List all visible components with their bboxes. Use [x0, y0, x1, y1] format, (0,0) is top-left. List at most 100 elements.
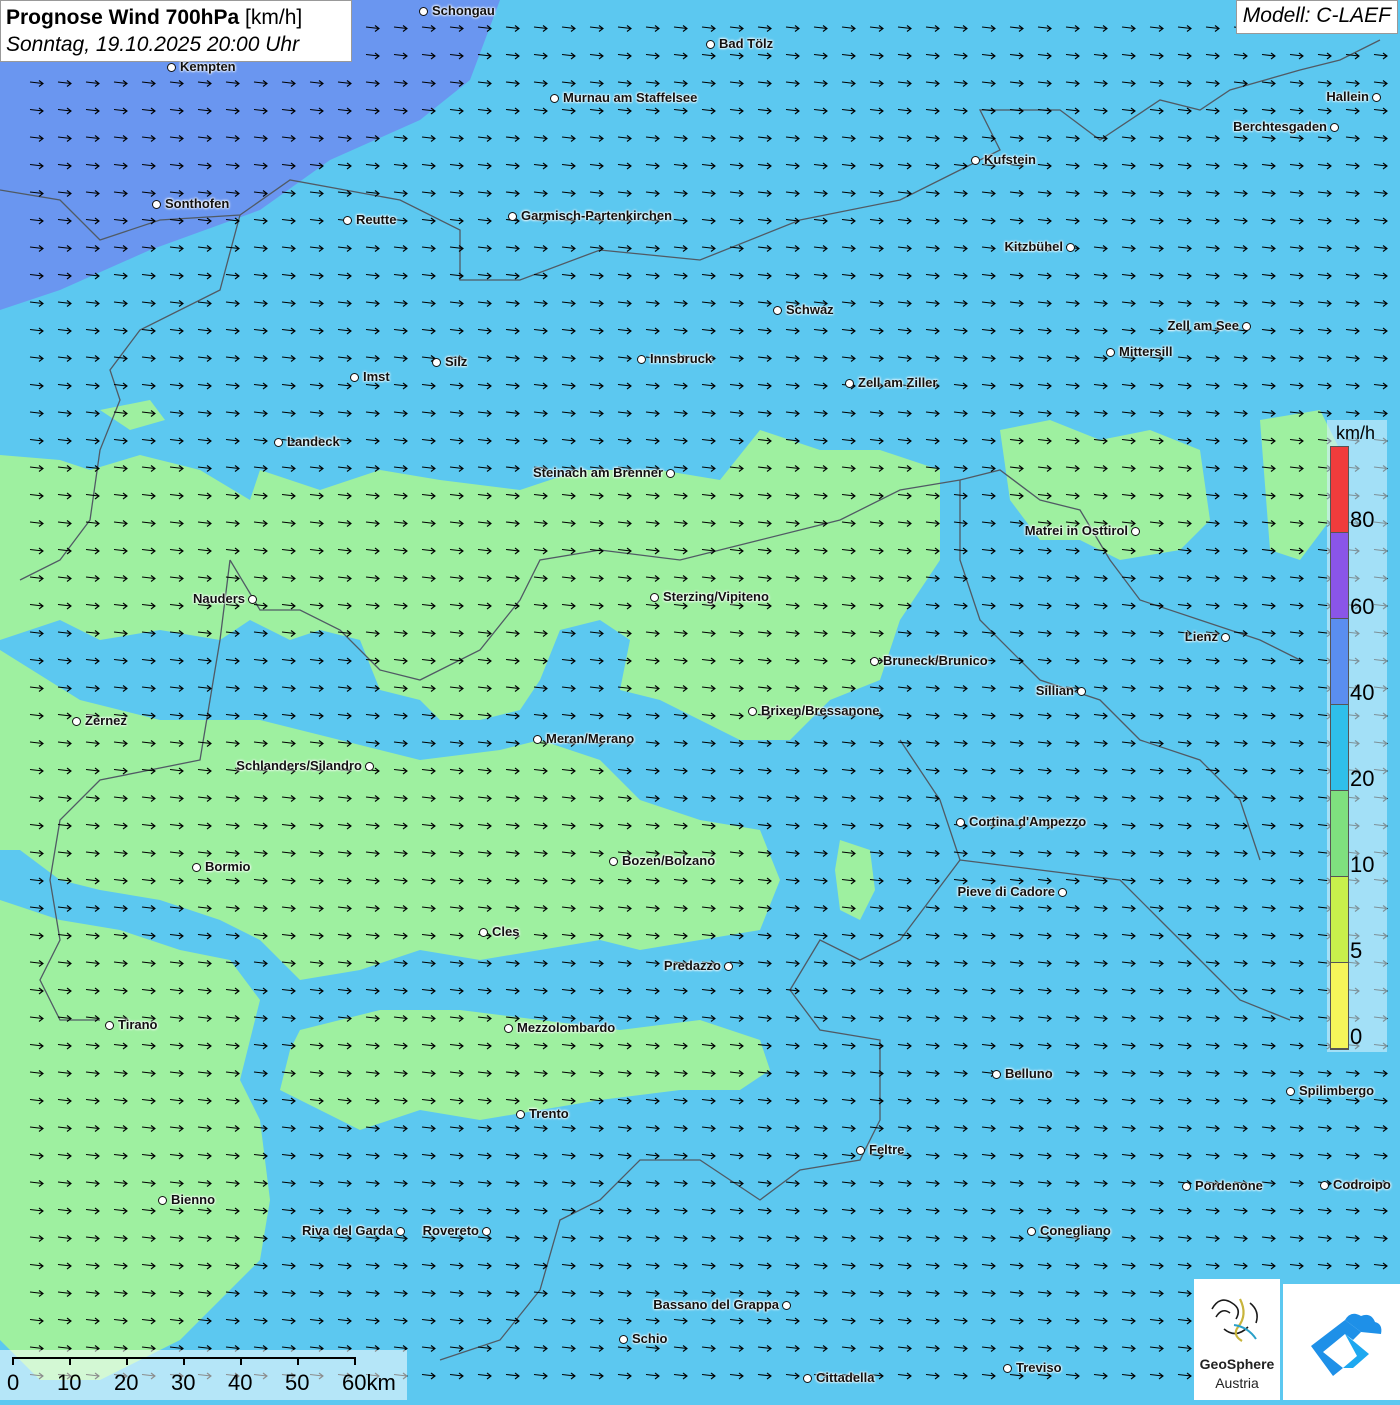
- city-label: Sillian: [1035, 683, 1074, 698]
- city-marker: [1320, 1181, 1329, 1190]
- city-label: Kempten: [180, 59, 236, 74]
- app-logo[interactable]: [1283, 1284, 1400, 1400]
- city-marker: [192, 863, 201, 872]
- scale-bar-label: 40: [228, 1370, 253, 1395]
- scale-bar-label: 10: [57, 1370, 82, 1395]
- city-marker: [609, 857, 618, 866]
- scale-bar-tick: [240, 1357, 242, 1365]
- scale-bar-label: 20: [114, 1370, 139, 1395]
- forecast-datetime: Sonntag, 19.10.2025 20:00 Uhr: [6, 33, 300, 56]
- city-marker: [724, 962, 733, 971]
- logo-text-austria: Austria: [1215, 1375, 1259, 1391]
- city-label: Codroipo: [1333, 1177, 1391, 1192]
- city-marker: [1221, 633, 1230, 642]
- city-label: Silz: [445, 354, 468, 369]
- city-marker: [845, 379, 854, 388]
- legend-tick-label: 10: [1350, 852, 1375, 877]
- city-marker: [956, 818, 965, 827]
- city-label: Bozen/Bolzano: [622, 853, 716, 868]
- city-marker: [482, 1227, 491, 1236]
- city-label: Bad Tölz: [719, 36, 774, 51]
- scale-bar-tick: [354, 1357, 356, 1365]
- weather-app-icon: [1311, 1313, 1382, 1376]
- city-marker: [666, 469, 675, 478]
- city-label: Nauders: [192, 591, 245, 606]
- city-marker: [1106, 348, 1115, 357]
- city-marker: [1066, 243, 1075, 252]
- city-label: Schongau: [432, 3, 495, 18]
- city-marker: [533, 735, 542, 744]
- scale-bar-label: 60km: [342, 1370, 396, 1395]
- city-label: Innsbruck: [650, 351, 713, 366]
- scale-bar-tick: [69, 1357, 71, 1365]
- legend-segment: [1331, 705, 1348, 791]
- city-label: Conegliano: [1040, 1223, 1111, 1238]
- city-label: Matrei in Osttirol: [1024, 523, 1128, 538]
- city-marker: [396, 1227, 405, 1236]
- city-label: Zell am Ziller: [858, 375, 938, 390]
- legend-segment: [1331, 963, 1348, 1049]
- city-marker: [479, 928, 488, 937]
- city-marker: [1286, 1087, 1295, 1096]
- legend-color-bar: [1330, 446, 1349, 1050]
- city-label: Zernez: [85, 713, 127, 728]
- city-marker: [1330, 123, 1339, 132]
- map-title-box: Prognose Wind 700hPa [km/h] Sonntag, 19.…: [0, 0, 352, 62]
- city-label: Rovereto: [422, 1223, 479, 1238]
- city-marker: [619, 1335, 628, 1344]
- city-label: Pordenone: [1195, 1178, 1263, 1193]
- city-marker: [706, 40, 715, 49]
- city-label: Hallein: [1326, 89, 1369, 104]
- city-label: Reutte: [356, 212, 397, 227]
- city-label: Trento: [529, 1106, 569, 1121]
- legend-segment: [1331, 447, 1348, 533]
- city-label: Pieve di Cadore: [957, 884, 1055, 899]
- city-label: Sterzing/Vipiteno: [663, 589, 769, 604]
- city-marker: [419, 7, 428, 16]
- city-label: Cortina d'Ampezzo: [969, 814, 1087, 829]
- city-marker: [365, 762, 374, 771]
- city-label: Schwaz: [786, 302, 834, 317]
- city-marker: [432, 358, 441, 367]
- city-marker: [72, 717, 81, 726]
- scale-bar-tick: [12, 1357, 14, 1365]
- scale-bar-label: 50: [285, 1370, 310, 1395]
- city-label: Murnau am Staffelsee: [563, 90, 698, 105]
- city-marker: [637, 355, 646, 364]
- city-label: Kitzbühel: [1004, 239, 1064, 254]
- city-marker: [1058, 888, 1067, 897]
- city-label: Mezzolombardo: [517, 1020, 616, 1035]
- scale-bar-tick: [183, 1357, 185, 1365]
- city-marker: [1131, 527, 1140, 536]
- legend-tick-label: 0: [1350, 1024, 1363, 1049]
- city-marker: [803, 1374, 812, 1383]
- geosphere-logo-icon: [1211, 1298, 1258, 1342]
- city-marker: [167, 63, 176, 72]
- city-label: Kufstein: [984, 152, 1036, 167]
- city-marker: [1242, 322, 1251, 331]
- city-label: Garmisch-Partenkirchen: [521, 208, 673, 223]
- legend-tick-label: 80: [1350, 507, 1375, 532]
- city-label: Predazzo: [663, 958, 721, 973]
- city-label: Bruneck/Brunico: [883, 653, 988, 668]
- city-label: Bienno: [171, 1192, 216, 1207]
- city-label: Treviso: [1016, 1360, 1062, 1375]
- city-marker: [773, 306, 782, 315]
- city-marker: [343, 216, 352, 225]
- legend-segment: [1331, 533, 1348, 619]
- map-title: Prognose Wind 700hPa [km/h]: [6, 4, 346, 31]
- legend-tick-label: 60: [1350, 594, 1375, 619]
- city-label: Spilimbergo: [1299, 1083, 1375, 1098]
- legend-segment: [1331, 619, 1348, 705]
- city-marker: [1077, 687, 1086, 696]
- city-marker: [274, 438, 283, 447]
- city-label: Belluno: [1005, 1066, 1053, 1081]
- city-label: Berchtesgaden: [1233, 119, 1327, 134]
- city-marker: [1027, 1227, 1036, 1236]
- city-marker: [782, 1301, 791, 1310]
- city-marker: [508, 212, 517, 221]
- city-label: Cles: [492, 924, 520, 939]
- city-label: Tirano: [118, 1017, 158, 1032]
- city-label: Meran/Merano: [546, 731, 635, 746]
- city-marker: [1372, 93, 1381, 102]
